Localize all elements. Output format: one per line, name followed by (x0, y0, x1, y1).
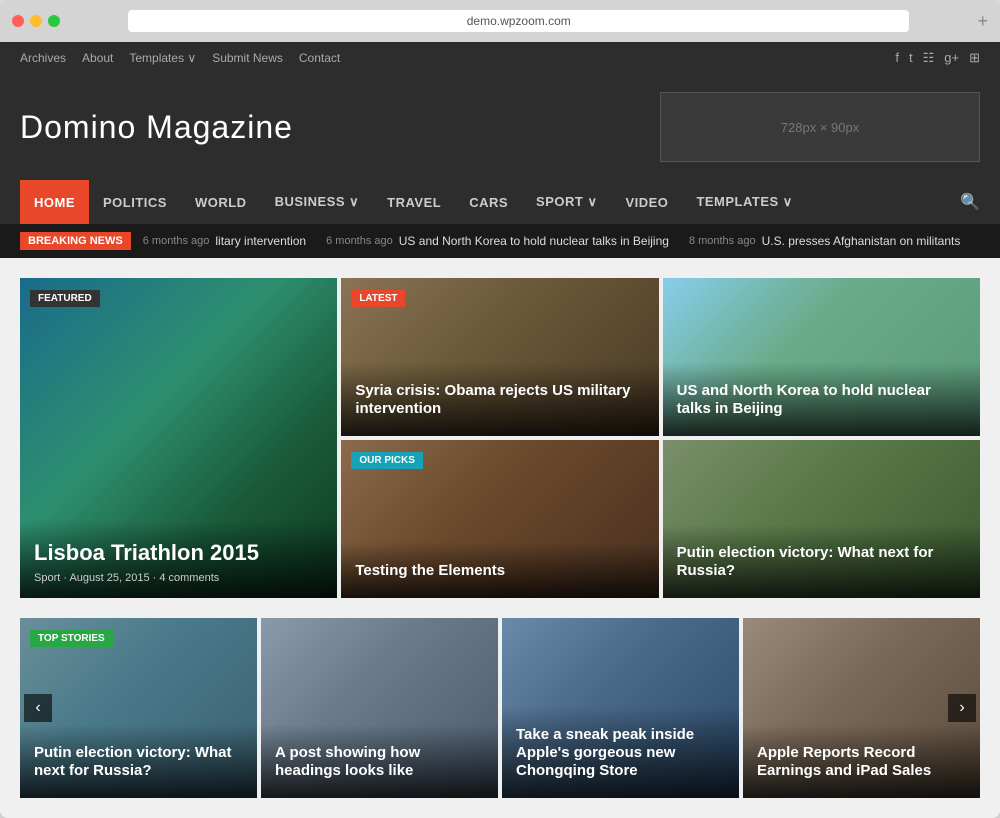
facebook-icon[interactable]: f (895, 50, 899, 66)
submit-news-link[interactable]: Submit News (212, 51, 283, 65)
top-navigation: Archives About Templates ∨ Submit News C… (0, 42, 1000, 74)
templates-link[interactable]: Templates ∨ (129, 51, 196, 65)
nav-business[interactable]: BUSINESS ∨ (261, 180, 374, 224)
featured-card[interactable]: FEATURED Lisboa Triathlon 2015 Sport · A… (20, 278, 337, 598)
breaking-item-3: 8 months ago U.S. presses Afghanistan on… (689, 234, 960, 248)
top-story-title-3: Take a sneak peak inside Apple's gorgeou… (516, 726, 725, 780)
picks-badge-label: OUR PICKS (351, 452, 423, 469)
picks-card-2[interactable]: Putin election victory: What next for Ru… (663, 440, 980, 598)
nav-sport[interactable]: SPORT ∨ (522, 180, 611, 224)
latest-badge-label: LATEST (351, 290, 405, 307)
close-button[interactable] (12, 15, 24, 27)
picks-card-1[interactable]: OUR PICKS Testing the Elements (341, 440, 658, 598)
picks-title-1: Testing the Elements (355, 562, 644, 580)
latest-overlay-1: Syria crisis: Obama rejects US military … (341, 362, 658, 436)
featured-meta: Sport · August 25, 2015 · 4 comments (34, 572, 323, 584)
nav-cars[interactable]: CARS (455, 180, 522, 224)
picks-badge: OUR PICKS (351, 450, 423, 473)
breaking-item-2: 6 months ago US and North Korea to hold … (326, 234, 669, 248)
new-tab-button[interactable]: + (977, 11, 988, 32)
top-stories-badge-label: TOP STORIES (30, 630, 113, 647)
latest-overlay-2: US and North Korea to hold nuclear talks… (663, 362, 980, 436)
site-header: Domino Magazine 728px × 90px (0, 74, 1000, 180)
nav-home[interactable]: HOME (20, 180, 89, 224)
address-bar[interactable]: demo.wpzoom.com (128, 10, 909, 32)
top-story-4[interactable]: Apple Reports Record Earnings and iPad S… (743, 618, 980, 798)
latest-title-1: Syria crisis: Obama rejects US military … (355, 382, 644, 418)
featured-overlay: Lisboa Triathlon 2015 Sport · August 25,… (20, 520, 337, 598)
breaking-news-label: BREAKING NEWS (20, 232, 131, 250)
header-advertisement: 728px × 90px (660, 92, 980, 162)
minimize-button[interactable] (30, 15, 42, 27)
rss-icon[interactable]: ⊞ (969, 50, 980, 66)
top-stories-section: TOP STORIES ‹ Putin election victory: Wh… (20, 618, 980, 798)
search-icon[interactable]: 🔍 (960, 192, 980, 212)
top-nav-links: Archives About Templates ∨ Submit News C… (20, 51, 340, 65)
featured-title: Lisboa Triathlon 2015 (34, 540, 323, 566)
googleplus-icon[interactable]: g+ (944, 50, 959, 66)
site-title[interactable]: Domino Magazine (20, 109, 293, 146)
top-story-overlay-1: Putin election victory: What next for Ru… (20, 724, 257, 798)
next-arrow[interactable]: › (948, 694, 976, 722)
top-story-title-2: A post showing how headings looks like (275, 744, 484, 780)
website-content: Archives About Templates ∨ Submit News C… (0, 42, 1000, 818)
latest-card-1[interactable]: LATEST Syria crisis: Obama rejects US mi… (341, 278, 658, 436)
breaking-headline-1[interactable]: litary intervention (215, 234, 306, 248)
picks-title-2: Putin election victory: What next for Ru… (677, 544, 966, 580)
nav-video[interactable]: VIDEO (611, 180, 682, 224)
prev-arrow[interactable]: ‹ (24, 694, 52, 722)
breaking-news-items: 6 months ago litary intervention 6 month… (143, 234, 980, 248)
main-navigation: HOME POLITICS WORLD BUSINESS ∨ TRAVEL CA… (0, 180, 1000, 224)
breaking-time-2: 6 months ago (326, 235, 393, 247)
top-story-title-1: Putin election victory: What next for Ru… (34, 744, 243, 780)
content-area: FEATURED Lisboa Triathlon 2015 Sport · A… (0, 258, 1000, 818)
nav-world[interactable]: WORLD (181, 180, 261, 224)
nav-politics[interactable]: POLITICS (89, 180, 181, 224)
breaking-time-1: 6 months ago (143, 235, 210, 247)
window-controls (12, 15, 60, 27)
browser-toolbar: demo.wpzoom.com + (0, 0, 1000, 42)
maximize-button[interactable] (48, 15, 60, 27)
featured-badge: FEATURED (30, 288, 100, 311)
nav-links-group: HOME POLITICS WORLD BUSINESS ∨ TRAVEL CA… (20, 180, 807, 224)
nav-templates[interactable]: TEMPLATES ∨ (682, 180, 806, 224)
about-link[interactable]: About (82, 51, 113, 65)
breaking-item-1: 6 months ago litary intervention (143, 234, 306, 248)
latest-badge: LATEST (351, 288, 405, 311)
latest-card-2[interactable]: US and North Korea to hold nuclear talks… (663, 278, 980, 436)
breaking-time-3: 8 months ago (689, 235, 756, 247)
breaking-news-bar: BREAKING NEWS 6 months ago litary interv… (0, 224, 1000, 258)
instagram-icon[interactable]: ☷ (923, 50, 935, 66)
twitter-icon[interactable]: t (909, 50, 913, 66)
latest-title-2: US and North Korea to hold nuclear talks… (677, 382, 966, 418)
contact-link[interactable]: Contact (299, 51, 340, 65)
breaking-headline-2[interactable]: US and North Korea to hold nuclear talks… (399, 234, 669, 248)
picks-overlay-2: Putin election victory: What next for Ru… (663, 524, 980, 598)
nav-travel[interactable]: TRAVEL (373, 180, 455, 224)
top-story-title-4: Apple Reports Record Earnings and iPad S… (757, 744, 966, 780)
top-story-overlay-2: A post showing how headings looks like (261, 724, 498, 798)
archives-link[interactable]: Archives (20, 51, 66, 65)
top-stories-badge: TOP STORIES (30, 628, 113, 651)
browser-window: demo.wpzoom.com + Archives About Templat… (0, 0, 1000, 818)
top-story-3[interactable]: Take a sneak peak inside Apple's gorgeou… (502, 618, 739, 798)
top-stories-grid: Putin election victory: What next for Ru… (20, 618, 980, 798)
featured-badge-label: FEATURED (30, 290, 100, 307)
top-story-2[interactable]: A post showing how headings looks like (261, 618, 498, 798)
social-icons-group: f t ☷ g+ ⊞ (895, 50, 980, 66)
top-story-overlay-4: Apple Reports Record Earnings and iPad S… (743, 724, 980, 798)
picks-overlay-1: Testing the Elements (341, 542, 658, 598)
featured-grid: FEATURED Lisboa Triathlon 2015 Sport · A… (20, 278, 980, 598)
breaking-headline-3[interactable]: U.S. presses Afghanistan on militants (762, 234, 961, 248)
